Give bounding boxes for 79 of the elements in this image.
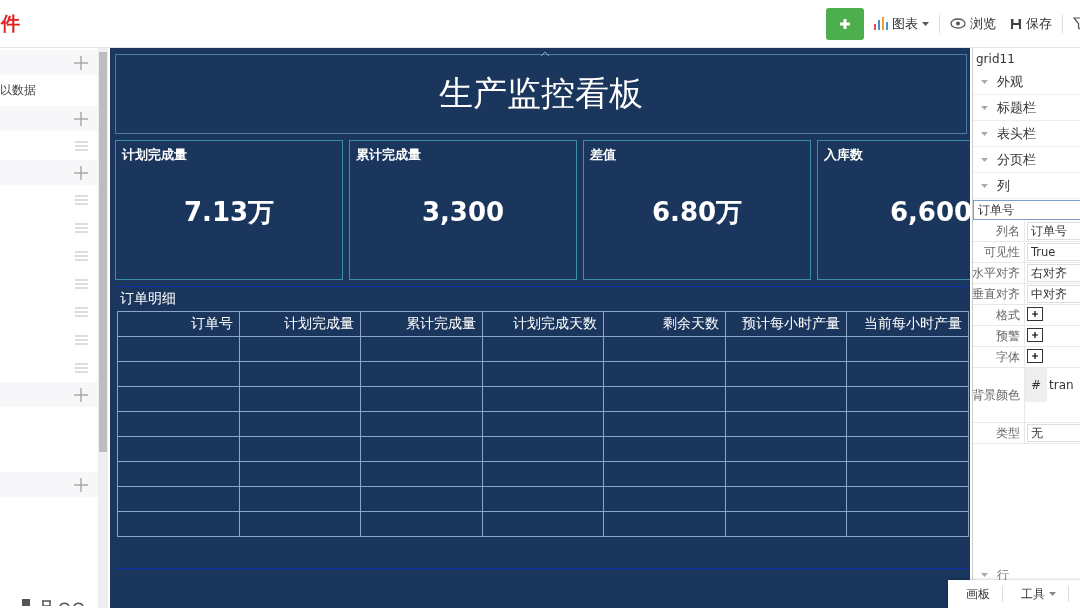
app-title: 件 bbox=[1, 10, 20, 36]
kpi-label: 计划完成量 bbox=[122, 146, 188, 164]
drag-handle-icon[interactable] bbox=[75, 278, 88, 289]
add-icon bbox=[1032, 311, 1038, 317]
caret-icon bbox=[981, 157, 988, 162]
property-label: 预警 bbox=[996, 327, 1020, 345]
property-label: 垂直对齐 bbox=[973, 285, 1020, 303]
component-name: grid11 bbox=[976, 52, 1015, 66]
panel-tab[interactable]: 画板 bbox=[948, 586, 1003, 602]
add-icon[interactable] bbox=[74, 165, 88, 180]
column-header[interactable]: 订单号 bbox=[117, 311, 240, 337]
edit-button[interactable] bbox=[1027, 328, 1043, 342]
save-button[interactable]: 保存 bbox=[1006, 10, 1056, 37]
drag-handle-icon[interactable] bbox=[75, 194, 88, 205]
add-icon bbox=[1032, 353, 1038, 359]
caret-icon bbox=[981, 105, 988, 110]
property-field[interactable]: 中对齐 bbox=[1027, 285, 1080, 303]
hash-label: # bbox=[1025, 368, 1047, 402]
drag-handle-icon[interactable] bbox=[75, 222, 88, 233]
kpi-value: 7.13万 bbox=[183, 195, 275, 229]
collapse-icon[interactable] bbox=[541, 51, 549, 56]
column-header[interactable]: 计划完成天数 bbox=[482, 311, 604, 337]
property-field[interactable]: 右对齐 bbox=[1027, 264, 1080, 282]
add-icon bbox=[1032, 332, 1038, 338]
property-label: 类型 bbox=[996, 424, 1020, 442]
eye-icon bbox=[950, 18, 966, 29]
preview-button[interactable]: 浏览 bbox=[946, 10, 1000, 37]
section-header[interactable]: 分页栏 bbox=[973, 147, 1080, 173]
column-header[interactable]: 累计完成量 bbox=[360, 311, 483, 337]
add-icon[interactable] bbox=[74, 387, 88, 402]
drag-handle-icon[interactable] bbox=[75, 334, 88, 345]
column-select[interactable]: 订单号 bbox=[973, 200, 1080, 220]
drag-handle-icon[interactable] bbox=[75, 250, 88, 261]
section-header[interactable]: 列 bbox=[973, 173, 1080, 199]
property-label: 可见性 bbox=[984, 243, 1020, 261]
kpi-value: 6,600 bbox=[889, 197, 970, 227]
property-label: 格式 bbox=[996, 306, 1020, 324]
edit-button[interactable] bbox=[1027, 349, 1043, 363]
caret-icon bbox=[981, 131, 988, 136]
kpi-value: 3,300 bbox=[421, 197, 505, 227]
kpi-label: 差值 bbox=[590, 146, 617, 164]
column-header[interactable]: 计划完成量 bbox=[239, 311, 361, 337]
caret-icon bbox=[981, 573, 988, 577]
section-header[interactable]: 标题栏 bbox=[973, 95, 1080, 121]
property-label: 背景颜色 bbox=[973, 386, 1020, 404]
property-field[interactable]: True bbox=[1027, 243, 1080, 261]
color-field[interactable]: # tran bbox=[1025, 368, 1076, 402]
bar-chart-icon bbox=[874, 17, 888, 30]
drag-handle-icon[interactable] bbox=[75, 306, 88, 317]
table-title: 订单明细 bbox=[120, 290, 176, 308]
save-icon bbox=[1010, 17, 1022, 30]
section-header[interactable]: 行 bbox=[997, 566, 1009, 584]
add-button[interactable] bbox=[826, 7, 864, 40]
edit-button[interactable] bbox=[1027, 307, 1043, 321]
column-header[interactable]: 预计每小时产量 bbox=[725, 311, 847, 337]
property-label: 列名 bbox=[996, 222, 1020, 240]
drag-handle-icon[interactable] bbox=[75, 140, 88, 151]
kpi-label: 累计完成量 bbox=[356, 146, 422, 164]
section-header[interactable]: 表头栏 bbox=[973, 121, 1080, 147]
drag-handle-icon[interactable] bbox=[75, 362, 88, 373]
caret-icon bbox=[981, 79, 988, 84]
property-label: 字体 bbox=[996, 348, 1020, 366]
board-title: 生产监控看板 bbox=[439, 72, 643, 115]
column-header[interactable]: 当前每小时产量 bbox=[846, 311, 969, 337]
kpi-value: 6.80万 bbox=[651, 195, 743, 229]
panel-tab[interactable]: 工具 bbox=[1003, 586, 1069, 602]
add-icon[interactable] bbox=[74, 477, 88, 492]
tree-item[interactable]: 以数据 bbox=[0, 82, 36, 99]
section-header[interactable]: 外观 bbox=[973, 69, 1080, 95]
caret-icon bbox=[981, 183, 988, 188]
property-field[interactable]: 无 bbox=[1027, 424, 1080, 442]
add-icon[interactable] bbox=[74, 55, 88, 70]
column-header[interactable]: 剩余天数 bbox=[603, 311, 726, 337]
kpi-label: 入库数 bbox=[824, 146, 864, 164]
property-field[interactable]: 订单号 bbox=[1027, 222, 1080, 240]
add-icon bbox=[838, 16, 852, 31]
add-icon[interactable] bbox=[74, 111, 88, 126]
scrollbar[interactable] bbox=[98, 48, 108, 608]
chart-button[interactable]: 图表 bbox=[870, 10, 933, 37]
